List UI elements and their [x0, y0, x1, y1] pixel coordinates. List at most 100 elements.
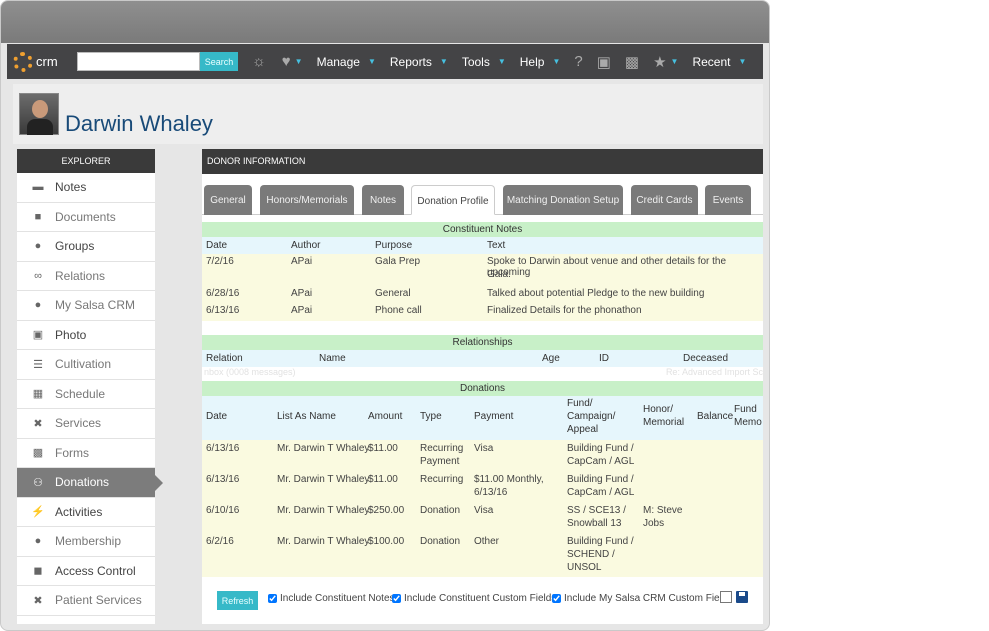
logo-ring-icon — [13, 51, 33, 72]
tab-bar: General Honors/Memorials Notes Donation … — [202, 185, 763, 215]
nav-recent[interactable]: Recent ▼ — [692, 55, 746, 69]
chevron-down-icon[interactable]: ▼ — [671, 57, 679, 66]
ghost-text-left: nbox (0008 messages) — [204, 367, 296, 377]
donation-fund-cont: SCHEND / — [567, 549, 615, 560]
sidebar-item-patient-services[interactable]: ✖ Patient Services — [17, 586, 155, 616]
tab-general[interactable]: General — [204, 185, 252, 215]
constituent-notes-section: Constituent Notes Date Author Purpose Te… — [202, 222, 763, 321]
sidebar-item-cultivation[interactable]: ☰ Cultivation — [17, 350, 155, 380]
donation-fund: Building Fund / — [567, 474, 634, 485]
save-icon[interactable] — [736, 591, 748, 603]
column-header: Deceased — [683, 353, 729, 364]
column-header: Date — [206, 411, 228, 422]
table-row[interactable]: 6/13/16 Mr. Darwin T Whaley $11.00 Recur… — [202, 440, 763, 471]
sidebar-item-activities[interactable]: ⚡ Activities — [17, 498, 155, 527]
table-row[interactable]: 7/2/16 APai Gala Prep Spoke to Darwin ab… — [202, 254, 763, 286]
star-icon[interactable]: ★ — [653, 53, 666, 71]
search-input[interactable] — [77, 52, 200, 71]
sidebar-item-groups[interactable]: ● Groups — [17, 232, 155, 262]
table-row[interactable]: 6/10/16 Mr. Darwin T Whaley $250.00 Dona… — [202, 502, 763, 533]
sidebar-item-notes[interactable]: ▬ Notes — [17, 173, 155, 203]
sidebar-item-label: Cultivation — [55, 357, 112, 372]
checkbox[interactable] — [392, 594, 401, 603]
gift-add-icon[interactable]: ▩ — [625, 53, 639, 71]
donation-fund: Building Fund / — [567, 443, 634, 454]
column-header: Balance — [697, 411, 734, 422]
sidebar-item-photo[interactable]: ▣ Photo — [17, 321, 155, 350]
column-header: Memorial — [643, 417, 685, 428]
sidebar-item-forms[interactable]: ▩ Forms — [17, 439, 155, 468]
nav-help-label: Help — [519, 54, 545, 69]
sidebar-item-documents[interactable]: ■ Documents — [17, 203, 155, 232]
nav-help[interactable]: Help ▼ — [520, 55, 561, 69]
columns-icon[interactable] — [720, 591, 732, 603]
donation-amount: $100.00 — [368, 536, 405, 547]
note-author: APai — [291, 256, 313, 267]
cultivation-icon: ☰ — [33, 358, 43, 371]
sidebar-item-access-control[interactable]: ◼ Access Control — [17, 557, 155, 586]
link-icon: ∞ — [34, 269, 42, 282]
photo-icon: ▣ — [32, 329, 44, 342]
donor-information-panel: DONOR INFORMATION General Honors/Memoria… — [202, 149, 763, 624]
person-header: Darwin Whaley — [13, 84, 763, 144]
sidebar-item-my-salsa-crm[interactable]: ● My Salsa CRM — [17, 291, 155, 321]
tab-matching-donation-setup[interactable]: Matching Donation Setup — [503, 185, 623, 215]
search-button[interactable]: Search — [200, 52, 238, 71]
tab-events[interactable]: Events — [705, 185, 751, 215]
tab-honors-memorials[interactable]: Honors/Memorials — [260, 185, 354, 215]
column-header: Amount — [368, 411, 403, 422]
sidebar-item-schedule[interactable]: ▦ Schedule — [17, 380, 155, 409]
donation-payment: Other — [474, 536, 500, 547]
table-row[interactable]: 6/13/16 Mr. Darwin T Whaley $11.00 Recur… — [202, 471, 763, 502]
tab-donation-profile[interactable]: Donation Profile — [411, 185, 495, 215]
table-row[interactable]: 6/13/16 APai Phone call Finalized Detail… — [202, 303, 763, 321]
sidebar-item-membership[interactable]: ● Membership — [17, 527, 155, 557]
include-constituent-custom-fields-checkbox[interactable]: Include Constituent Custom Fields — [392, 593, 556, 604]
chevron-down-icon[interactable]: ▼ — [295, 57, 303, 66]
window-titlebar — [1, 1, 769, 43]
checkbox[interactable] — [268, 594, 277, 603]
sidebar-item-services[interactable]: ✖ Services — [17, 409, 155, 439]
wrench-help-icon[interactable]: ? — [574, 53, 582, 70]
checkbox[interactable] — [552, 594, 561, 603]
heart-icon[interactable]: ♥ — [282, 53, 291, 70]
crm-logo[interactable]: crm — [13, 51, 77, 72]
include-constituent-notes-checkbox[interactable]: Include Constituent Notes — [268, 593, 395, 604]
include-my-salsa-crm-custom-fields-checkbox[interactable]: Include My Salsa CRM Custom Fields — [552, 593, 732, 604]
note-author: APai — [291, 305, 313, 316]
donation-name: Mr. Darwin T Whaley — [277, 443, 370, 454]
explorer-title: EXPLORER — [17, 149, 155, 173]
nav-tools[interactable]: Tools ▼ — [462, 55, 506, 69]
sidebar-item-label: Groups — [55, 239, 95, 254]
nav-reports[interactable]: Reports ▼ — [390, 55, 448, 69]
chevron-down-icon: ▼ — [497, 57, 506, 66]
sidebar-item-donations[interactable]: ⚇ Donations — [17, 468, 163, 498]
table-row[interactable]: 6/2/16 Mr. Darwin T Whaley $100.00 Donat… — [202, 533, 763, 577]
sidebar-item-relations[interactable]: ∞ Relations — [17, 262, 155, 291]
note-text: Spoke to Darwin about venue and other de… — [487, 256, 727, 278]
nav-recent-label: Recent — [692, 54, 731, 69]
donation-type: Donation — [420, 536, 461, 547]
column-header: List As Name — [277, 411, 336, 422]
refresh-button[interactable]: Refresh — [217, 591, 258, 610]
column-header: Type — [420, 411, 442, 422]
nav-manage[interactable]: Manage ▼ — [317, 55, 376, 69]
sidebar-item-label: Membership — [55, 534, 122, 549]
headset-icon[interactable]: ☼ — [252, 53, 266, 70]
donation-name: Mr. Darwin T Whaley — [277, 474, 370, 485]
nav-tools-label: Tools — [461, 54, 490, 69]
folder-icon: ■ — [34, 210, 42, 223]
note-text-cont: Gala. — [487, 269, 511, 280]
donation-fund-cont: CapCam / AGL — [567, 456, 635, 467]
donation-payment: Visa — [474, 505, 494, 516]
donation-type: Donation — [420, 505, 461, 516]
table-row[interactable]: 6/28/16 APai General Talked about potent… — [202, 286, 763, 303]
sidebar-item-label: Services — [55, 416, 102, 431]
groups-icon: ● — [34, 240, 42, 253]
tab-credit-cards[interactable]: Credit Cards — [631, 185, 698, 215]
column-header: Relation — [206, 353, 243, 364]
tab-notes[interactable]: Notes — [362, 185, 404, 215]
gift-icon[interactable]: ▣ — [597, 53, 611, 71]
avatar[interactable] — [19, 93, 59, 135]
sidebar-item-label: Access Control — [55, 563, 136, 578]
